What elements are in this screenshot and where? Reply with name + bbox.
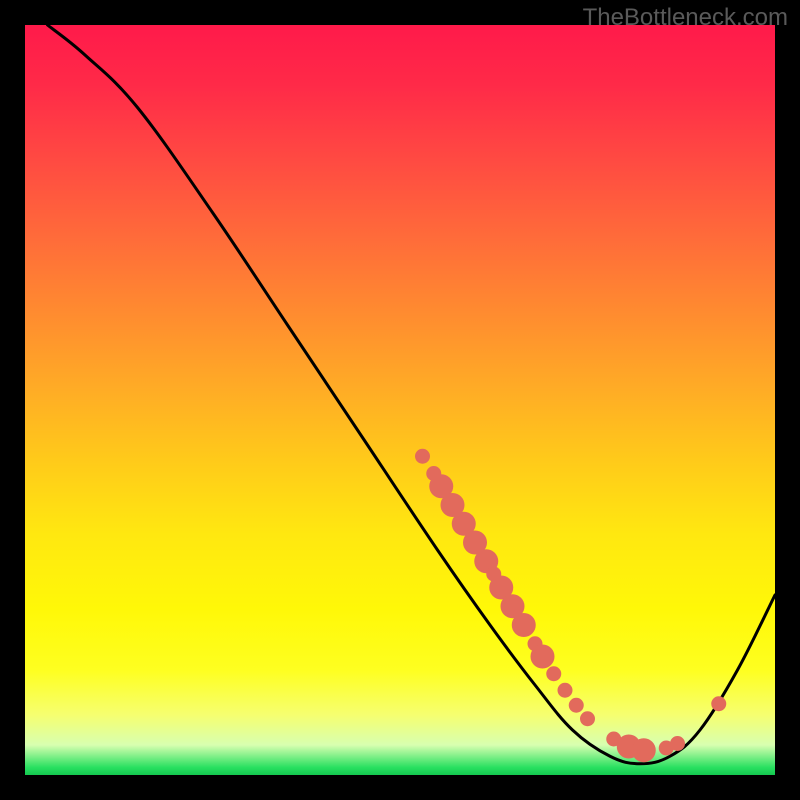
chart-marker bbox=[558, 683, 573, 698]
chart-marker bbox=[415, 449, 430, 464]
watermark-text: TheBottleneck.com bbox=[583, 4, 788, 32]
chart-marker bbox=[546, 666, 561, 681]
chart-curve bbox=[48, 25, 776, 764]
chart-marker bbox=[580, 711, 595, 726]
chart-markers bbox=[415, 449, 726, 763]
chart-svg bbox=[25, 25, 775, 775]
chart-marker bbox=[569, 698, 584, 713]
chart-marker bbox=[632, 738, 656, 762]
chart-marker bbox=[531, 645, 555, 669]
chart-marker bbox=[711, 696, 726, 711]
chart-marker bbox=[670, 736, 685, 751]
chart-plot-area bbox=[25, 25, 775, 775]
chart-marker bbox=[512, 613, 536, 637]
